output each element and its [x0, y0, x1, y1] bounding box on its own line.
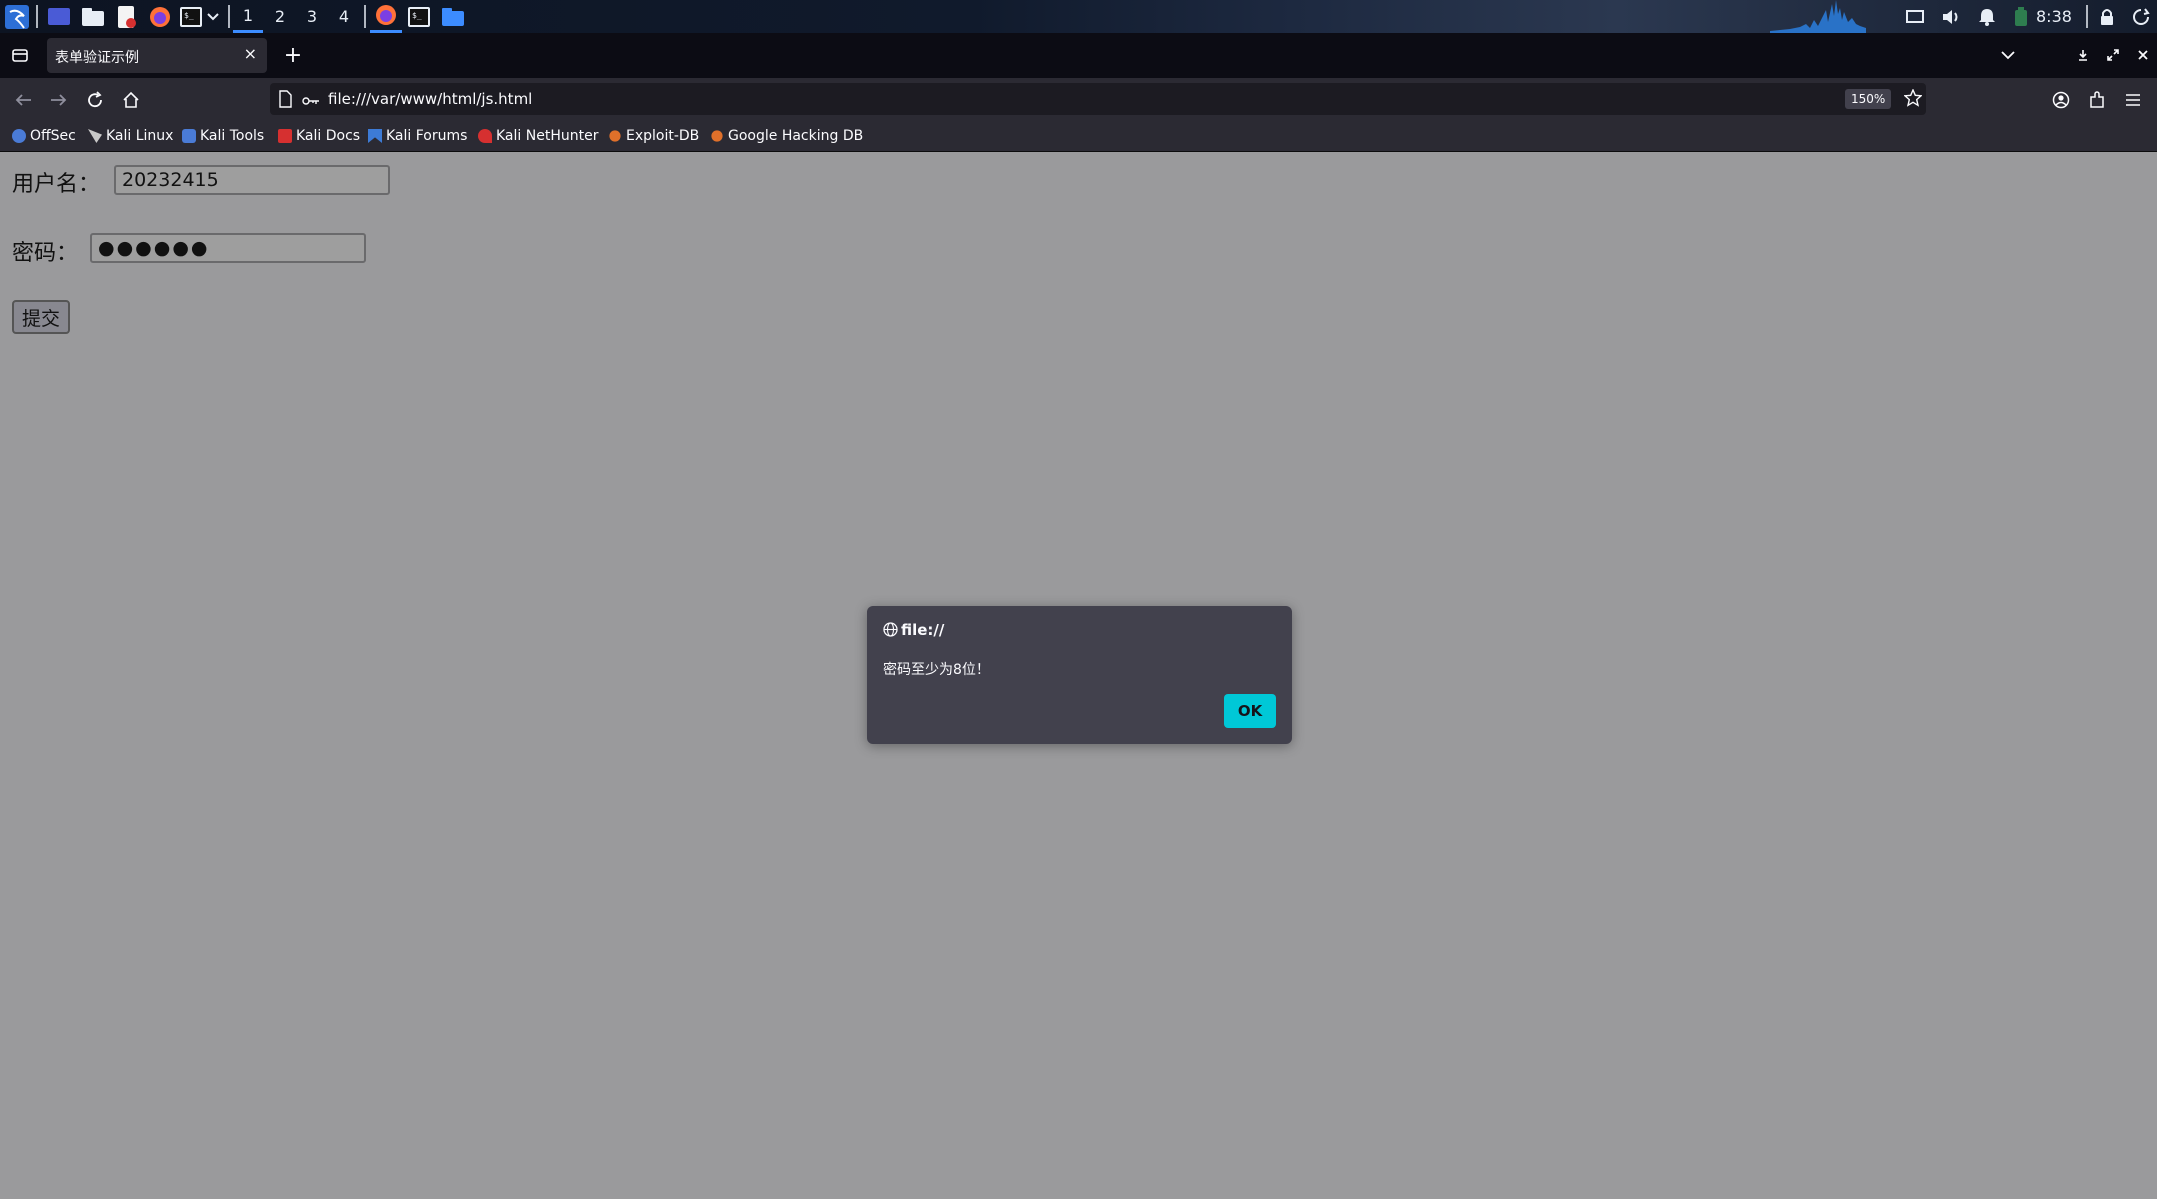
svg-text:$_: $_ — [184, 11, 194, 20]
workspace-4[interactable]: 4 — [329, 0, 359, 33]
navigation-bar: file:///var/www/html/js.html 150% — [0, 78, 2157, 121]
dialog-message: 密码至少为8位！ — [883, 662, 990, 678]
page-icon[interactable] — [278, 90, 292, 112]
workspace-3[interactable]: 3 — [297, 0, 327, 33]
url-bar[interactable]: file:///var/www/html/js.html 150% — [270, 83, 1926, 115]
bookmark-label: Exploit-DB — [626, 128, 700, 144]
folder-task-icon[interactable] — [440, 4, 466, 29]
panel-separator — [36, 5, 38, 28]
battery-icon[interactable] — [2012, 4, 2030, 29]
ok-button[interactable]: OK — [1224, 694, 1276, 728]
bookmark-label: OffSec — [30, 128, 76, 144]
reload-icon[interactable] — [82, 87, 108, 113]
bookmark-exploit-db[interactable]: Exploit-DB — [608, 127, 699, 145]
firefox-icon[interactable] — [148, 4, 172, 29]
url-text[interactable]: file:///var/www/html/js.html — [328, 90, 532, 108]
volume-icon[interactable] — [1940, 4, 1962, 29]
close-window-icon[interactable] — [2130, 42, 2156, 68]
file-manager-icon[interactable] — [80, 4, 106, 29]
bookmark-offsec[interactable]: OffSec — [12, 127, 76, 145]
tab-active[interactable]: 表单验证示例 × — [47, 38, 267, 73]
offsec-icon — [12, 129, 26, 143]
permissions-key-icon[interactable] — [302, 92, 320, 111]
globe-icon — [883, 622, 898, 641]
bookmark-kali-tools[interactable]: Kali Tools — [182, 127, 264, 145]
bookmark-kali-forums[interactable]: Kali Forums — [368, 127, 467, 145]
account-icon[interactable] — [2048, 87, 2074, 113]
bookmark-google-hacking-db[interactable]: Google Hacking DB — [710, 127, 863, 145]
password-label: 密码： — [12, 241, 79, 266]
lock-icon[interactable] — [2096, 4, 2118, 29]
tab-close-button[interactable]: × — [244, 44, 257, 63]
bookmark-label: Kali Forums — [386, 128, 468, 144]
kali-menu-icon[interactable] — [3, 4, 31, 29]
bookmark-kali-linux[interactable]: Kali Linux — [88, 127, 173, 145]
bookmark-kali-nethunter[interactable]: Kali NetHunter — [478, 127, 598, 145]
notification-bell-icon[interactable] — [1976, 4, 1998, 29]
bookmark-label: Kali NetHunter — [496, 128, 599, 144]
top-panel: $_ 1 2 3 4 $_ 8:38 — [0, 0, 2157, 33]
svg-text:$_: $_ — [412, 11, 422, 20]
zoom-level-badge[interactable]: 150% — [1845, 89, 1892, 109]
power-icon[interactable] — [2130, 4, 2152, 29]
terminal-icon[interactable]: $_ — [180, 4, 202, 29]
password-input[interactable]: ●●●●●● — [90, 233, 366, 263]
hamburger-menu-icon[interactable] — [2120, 87, 2146, 113]
bookmark-star-icon[interactable] — [1903, 88, 1923, 111]
username-label: 用户名： — [12, 172, 101, 197]
exploit-db-icon — [609, 130, 621, 142]
display-icon[interactable] — [1904, 4, 1926, 29]
new-tab-button[interactable]: + — [280, 42, 306, 68]
back-icon[interactable] — [10, 87, 36, 113]
google-hacking-db-icon — [711, 130, 723, 142]
minimize-window-icon[interactable] — [2070, 42, 2096, 68]
tab-bar: 表单验证示例 × + — [0, 33, 2157, 78]
bookmark-label: Kali Linux — [106, 128, 174, 144]
panel-separator — [364, 5, 366, 28]
bookmark-label: Kali Docs — [296, 128, 361, 144]
kali-nethunter-icon — [478, 129, 492, 143]
tab-list-icon[interactable] — [7, 42, 33, 68]
chevron-down-icon[interactable] — [206, 4, 220, 29]
text-editor-icon[interactable] — [114, 4, 138, 29]
forward-icon[interactable] — [46, 87, 72, 113]
maximize-window-icon[interactable] — [2100, 42, 2126, 68]
home-icon[interactable] — [118, 87, 144, 113]
kali-forums-icon — [368, 129, 382, 143]
dialog-origin: file:// — [901, 621, 945, 639]
panel-separator — [2086, 5, 2088, 28]
firefox-task-icon[interactable] — [370, 0, 402, 33]
extensions-icon[interactable] — [2084, 87, 2110, 113]
bookmark-label: Google Hacking DB — [728, 128, 864, 144]
submit-button[interactable]: 提交 — [12, 300, 70, 334]
tab-title: 表单验证示例 — [55, 50, 139, 66]
username-input[interactable]: 20232415 — [114, 165, 390, 195]
kali-tools-icon — [182, 129, 196, 143]
panel-separator — [228, 5, 230, 28]
bookmark-kali-docs[interactable]: Kali Docs — [278, 127, 360, 145]
workspace-2[interactable]: 2 — [265, 0, 295, 33]
terminal-task-icon[interactable]: $_ — [406, 4, 432, 29]
kali-docs-icon — [278, 129, 292, 143]
cpu-graph — [1770, 0, 1866, 33]
alert-dialog: file:// 密码至少为8位！ OK — [867, 606, 1292, 744]
clock[interactable]: 8:38 — [2036, 0, 2072, 33]
workspace-1[interactable]: 1 — [233, 0, 263, 33]
bookmarks-bar: OffSec Kali Linux Kali Tools Kali Docs K… — [0, 121, 2157, 152]
desktop-icon[interactable] — [46, 4, 72, 29]
kali-dragon-icon — [88, 129, 102, 143]
bookmark-label: Kali Tools — [200, 128, 265, 144]
list-all-tabs-icon[interactable] — [1995, 42, 2021, 68]
